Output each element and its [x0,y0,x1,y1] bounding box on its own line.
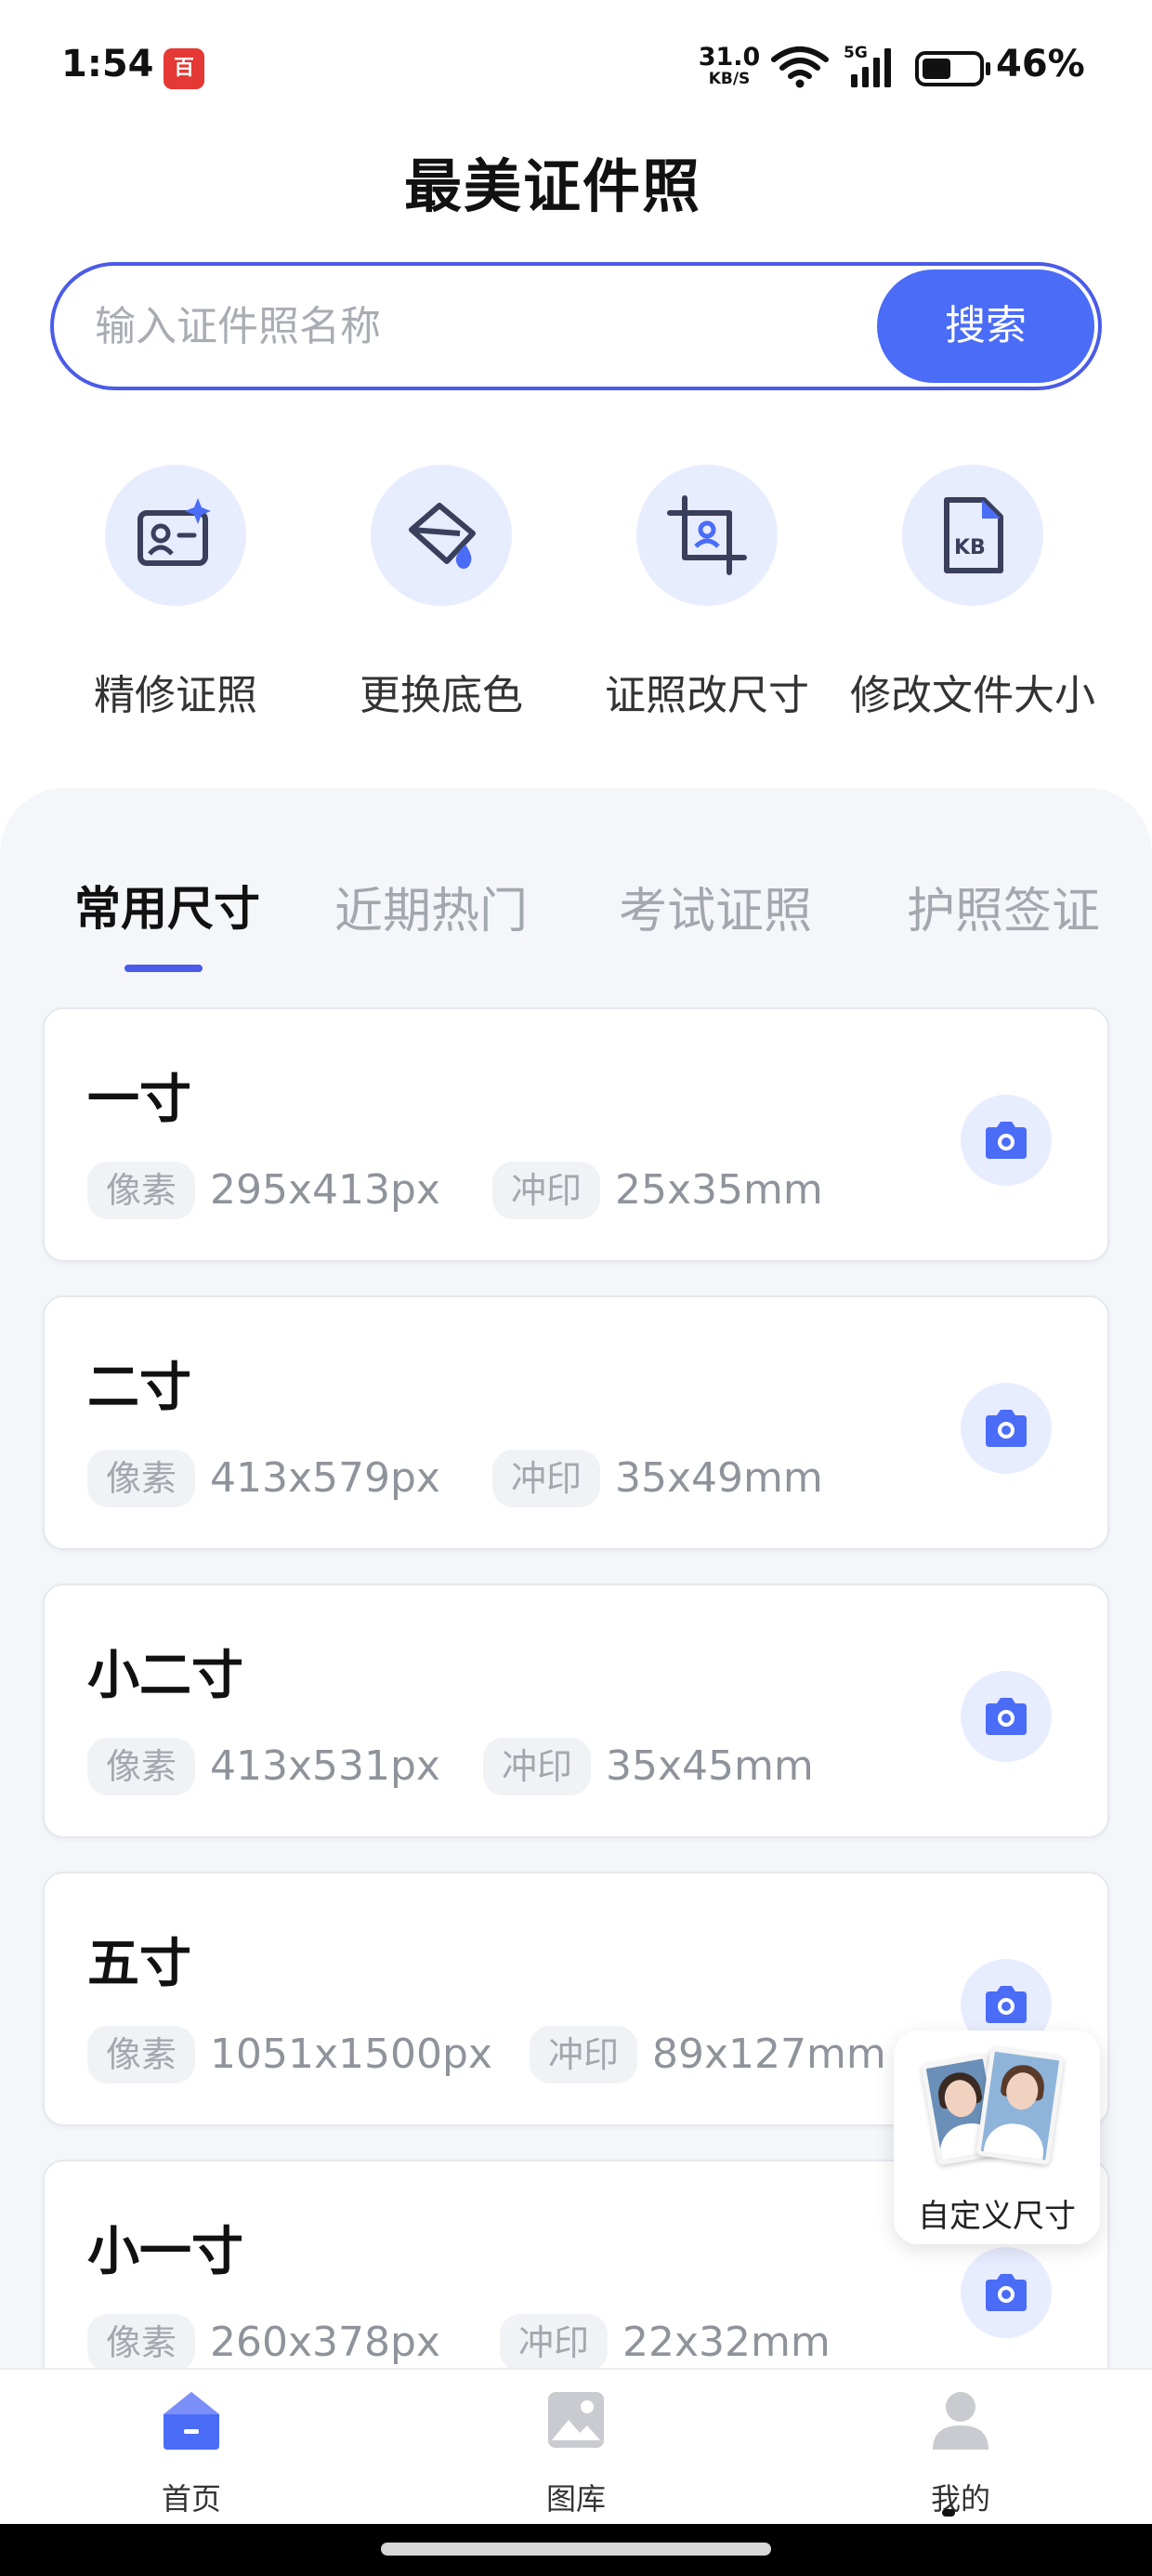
size-card[interactable]: 小二寸 像素 413x531px 冲印 35x45mm [43,1584,1109,1838]
paint-bucket-icon [371,465,512,606]
category-tabs: 常用尺寸 近期热门 考试证照 护照签证 [0,864,1152,976]
bottom-nav: 首页 图库 我的 [0,2368,1152,2524]
card-title: 一寸 [87,1070,191,1130]
kb-file-icon: KB [902,465,1043,606]
net-speed-unit: KB/S [708,70,751,88]
tab-passport-visa[interactable]: 护照签证 [907,872,1100,941]
print-tag: 冲印 [530,2026,638,2083]
print-tag: 冲印 [492,1162,601,1219]
nav-profile[interactable]: 我的 [840,2370,1081,2518]
portrait-photo-icon [975,2046,1065,2165]
tool-grid: 精修证照 更换底色 证照改尺寸 KB 修改文件大小 [0,465,1152,743]
profile-icon [933,2392,988,2450]
nav-home[interactable]: 首页 [71,2370,312,2518]
status-bar: 1:54 百 31.0 KB/S 5G 46% [0,0,1152,139]
net-speed: 31.0 KB/S [697,45,762,87]
signal-5g-icon: 5G [844,44,891,87]
pixel-value: 1051x1500px [210,2031,492,2078]
print-tag: 冲印 [483,1738,592,1795]
nav-label: 首页 [161,2481,221,2517]
print-value: 89x127mm [652,2031,886,2078]
wifi-icon [771,46,829,88]
tab-exam-photos[interactable]: 考试证照 [619,872,812,941]
camera-icon[interactable] [961,1383,1052,1474]
pixel-value: 413x579px [210,1454,440,1502]
network-label: 5G [844,44,868,62]
pixel-tag: 像素 [87,1738,196,1795]
card-title: 小一寸 [87,2222,243,2282]
tool-label: 精修证照 [94,672,257,719]
camera-icon[interactable] [961,1671,1052,1762]
pixel-tag: 像素 [87,1450,196,1507]
pixel-value: 260x378px [210,2319,440,2366]
custom-size-button[interactable]: 自定义尺寸 [894,2031,1100,2244]
nav-gallery[interactable]: 图库 [455,2370,697,2518]
svg-text:KB: KB [954,536,986,559]
pixel-tag: 像素 [87,2026,196,2083]
id-card-sparkle-icon [105,465,246,606]
battery-percent: 46% [996,43,1085,85]
nav-label: 图库 [545,2481,606,2517]
tab-indicator [124,965,203,972]
tool-change-background[interactable]: 更换底色 [307,465,576,721]
tool-retouch[interactable]: 精修证照 [41,465,310,721]
size-card[interactable]: 二寸 像素 413x579px 冲印 35x49mm [43,1295,1109,1550]
tool-label: 修改文件大小 [850,672,1095,719]
pixel-tag: 像素 [87,1162,196,1219]
home-icon [164,2392,219,2450]
pixel-tag: 像素 [87,2314,196,2372]
tool-label: 更换底色 [360,672,523,719]
gesture-bar[interactable] [381,2543,771,2556]
print-value: 22x32mm [622,2319,831,2366]
status-time: 1:54 [61,43,154,85]
nav-label: 我的 [930,2481,990,2517]
custom-size-label: 自定义尺寸 [918,2198,1076,2235]
card-title: 五寸 [87,1934,191,1994]
tool-label: 证照改尺寸 [605,672,809,719]
tab-common-sizes[interactable]: 常用尺寸 [74,872,260,939]
card-title: 小二寸 [87,1646,243,1706]
search-input[interactable] [95,266,894,387]
gallery-icon [548,2392,604,2448]
print-value: 35x49mm [615,1454,823,1502]
camera-icon[interactable] [961,1095,1052,1186]
card-title: 二寸 [87,1358,191,1418]
size-card[interactable]: 一寸 像素 295x413px 冲印 25x35mm [43,1007,1109,1262]
print-value: 35x45mm [606,1742,814,1790]
camera-icon[interactable] [961,2247,1052,2338]
app-notification-icon: 百 [164,48,204,89]
tool-resize[interactable]: 证照改尺寸 [572,465,842,721]
nav-indicator [942,2509,955,2517]
print-tag: 冲印 [500,2314,609,2372]
pixel-value: 413x531px [210,1742,440,1790]
battery-icon [915,51,990,86]
print-tag: 冲印 [492,1450,601,1507]
print-value: 25x35mm [615,1166,823,1214]
page-title: 最美证件照 [403,152,701,220]
search-box: 搜索 [50,262,1102,390]
net-speed-value: 31.0 [698,43,761,72]
tab-recent-hot[interactable]: 近期热门 [334,872,528,941]
crop-icon [636,465,778,606]
search-button[interactable]: 搜索 [877,269,1094,383]
pixel-value: 295x413px [210,1166,440,1214]
tool-file-size[interactable]: KB 修改文件大小 [838,465,1107,721]
